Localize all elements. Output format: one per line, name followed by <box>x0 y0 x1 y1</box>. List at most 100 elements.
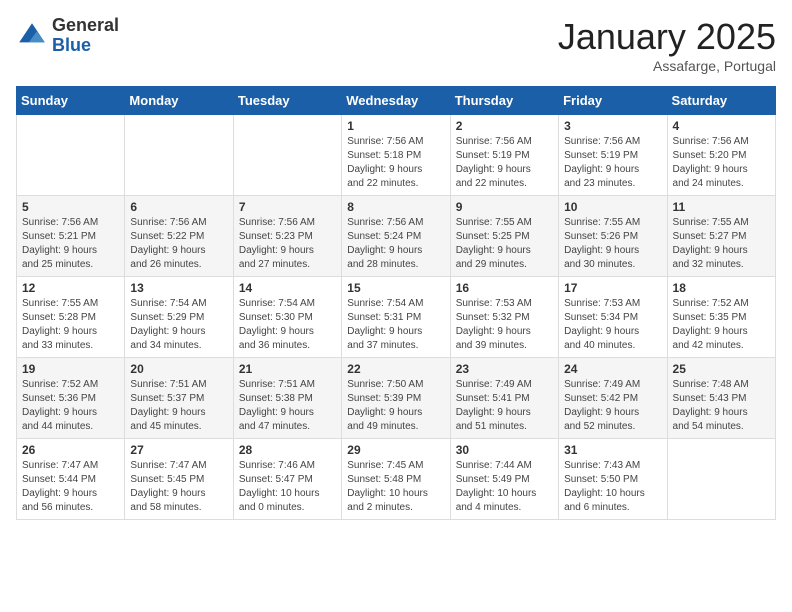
calendar-cell: 11Sunrise: 7:55 AM Sunset: 5:27 PM Dayli… <box>667 196 775 277</box>
day-info: Sunrise: 7:55 AM Sunset: 5:25 PM Dayligh… <box>456 216 553 272</box>
day-info: Sunrise: 7:55 AM Sunset: 5:26 PM Dayligh… <box>564 216 661 272</box>
day-info: Sunrise: 7:56 AM Sunset: 5:24 PM Dayligh… <box>347 216 444 272</box>
calendar-cell <box>233 115 341 196</box>
day-number: 14 <box>239 281 336 295</box>
calendar: SundayMondayTuesdayWednesdayThursdayFrid… <box>16 86 776 520</box>
calendar-cell: 1 Sunrise: 7:56 AM Sunset: 5:18 PM Daylig… <box>342 115 450 196</box>
calendar-week-row: 1 Sunrise: 7:56 AM Sunset: 5:18 PM Daylig… <box>17 115 776 196</box>
day-info: Sunrise: 7:52 AM Sunset: 5:36 PM Dayligh… <box>22 378 119 434</box>
day-number: 7 <box>239 200 336 214</box>
calendar-week-row: 12 Sunrise: 7:55 AM Sunset: 5:28 PM Dayli… <box>17 277 776 358</box>
day-info: Sunrise: 7:54 AM Sunset: 5:29 PM Dayligh… <box>130 297 227 353</box>
day-number: 13 <box>130 281 227 295</box>
calendar-cell: 13 Sunrise: 7:54 AM Sunset: 5:29 PM Dayli… <box>125 277 233 358</box>
calendar-cell <box>667 439 775 520</box>
day-info: Sunrise: 7:56 AM Sunset: 5:23 PM Dayligh… <box>239 216 336 272</box>
logo-icon <box>16 20 48 52</box>
calendar-cell: 19Sunrise: 7:52 AM Sunset: 5:36 PM Dayli… <box>17 358 125 439</box>
day-number: 21 <box>239 362 336 376</box>
day-number: 30 <box>456 443 553 457</box>
day-number: 27 <box>130 443 227 457</box>
calendar-cell: 22Sunrise: 7:50 AM Sunset: 5:39 PM Dayli… <box>342 358 450 439</box>
day-info: Sunrise: 7:54 AM Sunset: 5:30 PM Dayligh… <box>239 297 336 353</box>
day-number: 11 <box>673 200 770 214</box>
calendar-cell: 21 Sunrise: 7:51 AM Sunset: 5:38 PM Dayli… <box>233 358 341 439</box>
calendar-cell: 24 Sunrise: 7:49 AM Sunset: 5:42 PM Dayli… <box>559 358 667 439</box>
day-info: Sunrise: 7:51 AM Sunset: 5:38 PM Dayligh… <box>239 378 336 434</box>
day-info: Sunrise: 7:54 AM Sunset: 5:31 PM Dayligh… <box>347 297 444 353</box>
weekday-header: Sunday <box>17 87 125 115</box>
calendar-cell: 4 Sunrise: 7:56 AM Sunset: 5:20 PM Daylig… <box>667 115 775 196</box>
day-number: 17 <box>564 281 661 295</box>
day-info: Sunrise: 7:53 AM Sunset: 5:34 PM Dayligh… <box>564 297 661 353</box>
day-info: Sunrise: 7:49 AM Sunset: 5:41 PM Dayligh… <box>456 378 553 434</box>
calendar-week-row: 19Sunrise: 7:52 AM Sunset: 5:36 PM Dayli… <box>17 358 776 439</box>
day-number: 1 <box>347 119 444 133</box>
weekday-header: Monday <box>125 87 233 115</box>
day-number: 4 <box>673 119 770 133</box>
day-info: Sunrise: 7:56 AM Sunset: 5:20 PM Dayligh… <box>673 135 770 191</box>
day-number: 18 <box>673 281 770 295</box>
day-info: Sunrise: 7:49 AM Sunset: 5:42 PM Dayligh… <box>564 378 661 434</box>
day-number: 26 <box>22 443 119 457</box>
weekday-row: SundayMondayTuesdayWednesdayThursdayFrid… <box>17 87 776 115</box>
day-number: 12 <box>22 281 119 295</box>
weekday-header: Wednesday <box>342 87 450 115</box>
day-info: Sunrise: 7:56 AM Sunset: 5:18 PM Dayligh… <box>347 135 444 191</box>
calendar-cell: 27 Sunrise: 7:47 AM Sunset: 5:45 PM Dayli… <box>125 439 233 520</box>
day-number: 29 <box>347 443 444 457</box>
day-number: 9 <box>456 200 553 214</box>
calendar-cell: 29Sunrise: 7:45 AM Sunset: 5:48 PM Dayli… <box>342 439 450 520</box>
calendar-cell: 31 Sunrise: 7:43 AM Sunset: 5:50 PM Dayli… <box>559 439 667 520</box>
calendar-cell: 23 Sunrise: 7:49 AM Sunset: 5:41 PM Dayli… <box>450 358 558 439</box>
weekday-header: Saturday <box>667 87 775 115</box>
day-number: 28 <box>239 443 336 457</box>
page-header: General Blue January 2025 Assafarge, Por… <box>16 16 776 74</box>
weekday-header: Tuesday <box>233 87 341 115</box>
calendar-cell <box>125 115 233 196</box>
calendar-cell: 16 Sunrise: 7:53 AM Sunset: 5:32 PM Dayli… <box>450 277 558 358</box>
day-info: Sunrise: 7:48 AM Sunset: 5:43 PM Dayligh… <box>673 378 770 434</box>
calendar-cell <box>17 115 125 196</box>
day-number: 8 <box>347 200 444 214</box>
calendar-cell: 20 Sunrise: 7:51 AM Sunset: 5:37 PM Dayli… <box>125 358 233 439</box>
day-number: 20 <box>130 362 227 376</box>
calendar-cell: 8 Sunrise: 7:56 AM Sunset: 5:24 PM Daylig… <box>342 196 450 277</box>
logo-general: General <box>52 16 119 36</box>
logo-text: General Blue <box>52 16 119 56</box>
day-info: Sunrise: 7:44 AM Sunset: 5:49 PM Dayligh… <box>456 459 553 515</box>
calendar-cell: 2Sunrise: 7:56 AM Sunset: 5:19 PM Daylig… <box>450 115 558 196</box>
day-info: Sunrise: 7:51 AM Sunset: 5:37 PM Dayligh… <box>130 378 227 434</box>
day-number: 24 <box>564 362 661 376</box>
calendar-cell: 30 Sunrise: 7:44 AM Sunset: 5:49 PM Dayli… <box>450 439 558 520</box>
calendar-week-row: 26 Sunrise: 7:47 AM Sunset: 5:44 PM Dayli… <box>17 439 776 520</box>
day-info: Sunrise: 7:53 AM Sunset: 5:32 PM Dayligh… <box>456 297 553 353</box>
day-info: Sunrise: 7:43 AM Sunset: 5:50 PM Dayligh… <box>564 459 661 515</box>
calendar-header: SundayMondayTuesdayWednesdayThursdayFrid… <box>17 87 776 115</box>
day-number: 10 <box>564 200 661 214</box>
day-info: Sunrise: 7:56 AM Sunset: 5:19 PM Dayligh… <box>564 135 661 191</box>
day-number: 16 <box>456 281 553 295</box>
day-number: 6 <box>130 200 227 214</box>
calendar-cell: 28Sunrise: 7:46 AM Sunset: 5:47 PM Dayli… <box>233 439 341 520</box>
title-section: January 2025 Assafarge, Portugal <box>558 16 776 74</box>
logo: General Blue <box>16 16 119 56</box>
day-info: Sunrise: 7:56 AM Sunset: 5:21 PM Dayligh… <box>22 216 119 272</box>
day-info: Sunrise: 7:55 AM Sunset: 5:28 PM Dayligh… <box>22 297 119 353</box>
calendar-cell: 9 Sunrise: 7:55 AM Sunset: 5:25 PM Daylig… <box>450 196 558 277</box>
calendar-body: 1 Sunrise: 7:56 AM Sunset: 5:18 PM Daylig… <box>17 115 776 520</box>
weekday-header: Friday <box>559 87 667 115</box>
calendar-cell: 15 Sunrise: 7:54 AM Sunset: 5:31 PM Dayli… <box>342 277 450 358</box>
calendar-week-row: 5Sunrise: 7:56 AM Sunset: 5:21 PM Daylig… <box>17 196 776 277</box>
month-title: January 2025 <box>558 16 776 58</box>
day-number: 31 <box>564 443 661 457</box>
calendar-cell: 25Sunrise: 7:48 AM Sunset: 5:43 PM Dayli… <box>667 358 775 439</box>
calendar-cell: 18Sunrise: 7:52 AM Sunset: 5:35 PM Dayli… <box>667 277 775 358</box>
day-number: 23 <box>456 362 553 376</box>
calendar-cell: 12 Sunrise: 7:55 AM Sunset: 5:28 PM Dayli… <box>17 277 125 358</box>
day-number: 15 <box>347 281 444 295</box>
calendar-cell: 3Sunrise: 7:56 AM Sunset: 5:19 PM Daylig… <box>559 115 667 196</box>
day-info: Sunrise: 7:47 AM Sunset: 5:44 PM Dayligh… <box>22 459 119 515</box>
day-info: Sunrise: 7:47 AM Sunset: 5:45 PM Dayligh… <box>130 459 227 515</box>
day-number: 22 <box>347 362 444 376</box>
